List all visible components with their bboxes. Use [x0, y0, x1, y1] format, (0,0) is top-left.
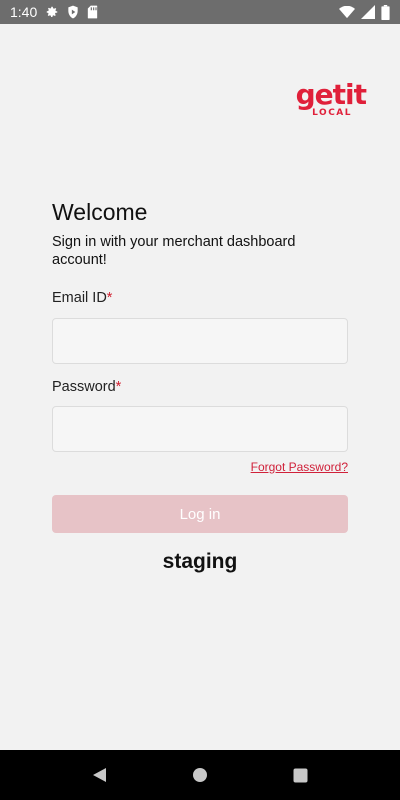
logo-wordmark: getit: [295, 78, 367, 111]
sd-card-icon: [87, 5, 98, 19]
email-label: Email ID*: [52, 290, 112, 306]
back-icon: [93, 768, 106, 782]
required-marker: *: [115, 379, 122, 395]
email-label-text: Email ID: [52, 290, 107, 306]
home-button[interactable]: [180, 755, 220, 795]
battery-icon: [381, 4, 390, 20]
status-bar: 1:40: [0, 0, 400, 24]
password-label-text: Password: [52, 379, 116, 395]
app-screen: getit LOCAL Welcome Sign in with your me…: [0, 24, 400, 750]
login-button[interactable]: Log in: [52, 495, 348, 533]
recents-button[interactable]: [280, 755, 320, 795]
required-marker: *: [106, 290, 113, 306]
forgot-password-link[interactable]: Forgot Password?: [251, 460, 348, 474]
password-field[interactable]: [52, 406, 348, 452]
play-protect-icon: [67, 5, 79, 19]
page-title: Welcome: [52, 199, 148, 225]
environment-label: staging: [162, 550, 238, 573]
page-subtitle: Sign in with your merchant dashboard acc…: [52, 234, 296, 268]
navigation-bar: [0, 750, 400, 800]
recents-icon: [293, 768, 307, 782]
getit-local-logo: getit LOCAL: [282, 78, 367, 119]
status-time: 1:40: [10, 4, 38, 20]
home-icon: [193, 768, 207, 782]
back-button[interactable]: [80, 755, 120, 795]
wifi-icon: [339, 5, 355, 19]
signal-icon: [361, 5, 375, 19]
password-label: Password*: [52, 379, 121, 395]
settings-icon: [45, 5, 59, 19]
email-field[interactable]: [52, 318, 348, 364]
